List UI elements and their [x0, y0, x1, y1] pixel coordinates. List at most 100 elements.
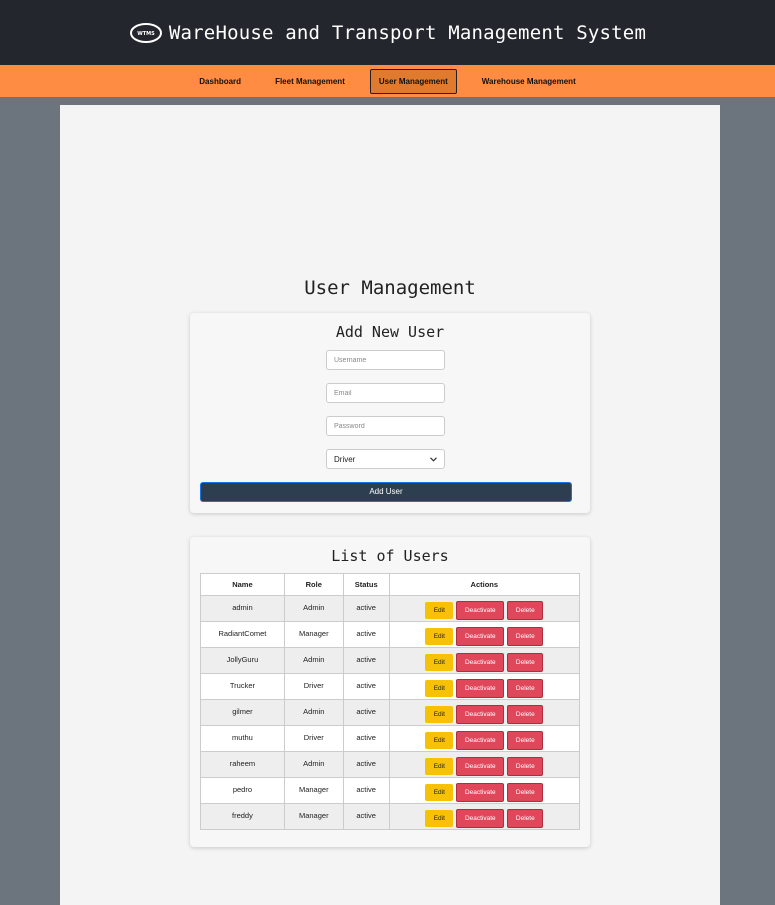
delete-button[interactable]: Delete [507, 757, 544, 776]
users-table-body: admin Admin active Edit Deactivate Delete Radi… [200, 595, 581, 830]
username-input[interactable] [326, 350, 445, 370]
table-row: JollyGuru Admin active Edit Deactivate Delete [200, 647, 581, 674]
edit-button[interactable]: Edit [425, 654, 454, 671]
user-status-cell: active [342, 647, 390, 674]
delete-button[interactable]: Delete [507, 731, 544, 750]
user-name-cell: JollyGuru [200, 647, 285, 674]
user-status-cell: active [342, 803, 390, 830]
delete-button[interactable]: Delete [507, 809, 544, 828]
deactivate-button[interactable]: Deactivate [456, 653, 505, 672]
user-actions-cell: Edit Deactivate Delete [388, 647, 581, 674]
deactivate-button[interactable]: Deactivate [456, 679, 505, 698]
table-row: RadiantComet Manager active Edit Deactivate D… [200, 621, 581, 648]
app-title: WareHouse and Transport Management Syste… [168, 21, 647, 44]
main-nav: Dashboard Fleet Management User Manageme… [0, 65, 775, 97]
svg-text:WTMS: WTMS [137, 31, 155, 37]
table-row: gilmer Admin active Edit Deactivate Delete [200, 699, 581, 726]
user-role-cell: Manager [283, 777, 344, 804]
deactivate-button[interactable]: Deactivate [456, 783, 505, 802]
user-status-cell: active [342, 751, 390, 778]
user-role-cell: Admin [283, 699, 344, 726]
edit-button[interactable]: Edit [425, 732, 454, 749]
page-title: User Management [304, 277, 476, 299]
user-actions-cell: Edit Deactivate Delete [388, 751, 581, 778]
role-select[interactable]: Driver [326, 449, 445, 469]
table-row: pedro Manager active Edit Deactivate Delete [200, 777, 581, 804]
delete-button[interactable]: Delete [507, 705, 544, 724]
edit-button[interactable]: Edit [425, 758, 454, 775]
edit-button[interactable]: Edit [425, 706, 454, 723]
user-status-cell: active [342, 621, 390, 648]
column-header-name: Name [200, 573, 285, 596]
email-input[interactable] [326, 383, 445, 403]
user-status-cell: active [342, 673, 390, 700]
user-name-cell: muthu [200, 725, 285, 752]
user-role-cell: Driver [283, 673, 344, 700]
nav-dashboard[interactable]: Dashboard [190, 69, 250, 94]
delete-button[interactable]: Delete [507, 653, 544, 672]
nav-user-management[interactable]: User Management [369, 68, 457, 94]
edit-button[interactable]: Edit [425, 628, 454, 645]
user-status-cell: active [342, 777, 390, 804]
user-actions-cell: Edit Deactivate Delete [388, 699, 581, 726]
deactivate-button[interactable]: Deactivate [456, 627, 505, 646]
add-user-card: Add New User Driver Add User [190, 313, 590, 513]
delete-button[interactable]: Delete [507, 679, 544, 698]
table-header-row: Name Role Status Actions [200, 573, 581, 596]
role-select-value: Driver [334, 454, 356, 464]
edit-button[interactable]: Edit [425, 784, 454, 801]
column-header-actions: Actions [388, 573, 581, 596]
user-name-cell: freddy [200, 803, 285, 830]
nav-fleet-management[interactable]: Fleet Management [266, 69, 354, 94]
user-role-cell: Manager [283, 803, 344, 830]
add-user-button[interactable]: Add User [200, 482, 572, 502]
user-name-cell: raheem [200, 751, 285, 778]
deactivate-button[interactable]: Deactivate [456, 809, 505, 828]
user-role-cell: Admin [283, 647, 344, 674]
deactivate-button[interactable]: Deactivate [456, 757, 505, 776]
add-user-title: Add New User [335, 323, 445, 341]
user-actions-cell: Edit Deactivate Delete [388, 725, 581, 752]
user-name-cell: Trucker [200, 673, 285, 700]
user-actions-cell: Edit Deactivate Delete [388, 777, 581, 804]
edit-button[interactable]: Edit [425, 680, 454, 697]
user-status-cell: active [342, 595, 390, 622]
delete-button[interactable]: Delete [507, 627, 544, 646]
delete-button[interactable]: Delete [507, 783, 544, 802]
user-role-cell: Manager [283, 621, 344, 648]
table-row: raheem Admin active Edit Deactivate Delete [200, 751, 581, 778]
deactivate-button[interactable]: Deactivate [456, 705, 505, 724]
user-name-cell: gilmer [200, 699, 285, 726]
user-status-cell: active [342, 699, 390, 726]
password-input[interactable] [326, 416, 445, 436]
app-header: WTMS WareHouse and Transport Management … [0, 0, 775, 65]
nav-warehouse-management[interactable]: Warehouse Management [473, 69, 585, 94]
deactivate-button[interactable]: Deactivate [456, 601, 505, 620]
edit-button[interactable]: Edit [425, 602, 454, 619]
table-row: muthu Driver active Edit Deactivate Delete [200, 725, 581, 752]
user-role-cell: Driver [283, 725, 344, 752]
user-actions-cell: Edit Deactivate Delete [388, 803, 581, 830]
deactivate-button[interactable]: Deactivate [456, 731, 505, 750]
column-header-status: Status [342, 573, 390, 596]
user-actions-cell: Edit Deactivate Delete [388, 595, 581, 622]
delete-button[interactable]: Delete [507, 601, 544, 620]
table-row: freddy Manager active Edit Deactivate Delete [200, 803, 581, 830]
main-content: User Management Add New User Driver Add … [60, 105, 720, 905]
user-name-cell: admin [200, 595, 285, 622]
user-role-cell: Admin [283, 595, 344, 622]
user-name-cell: RadiantComet [200, 621, 285, 648]
user-list-card: List of Users Name Role Status Actions a… [190, 537, 590, 847]
chevron-down-icon [430, 456, 437, 462]
user-name-cell: pedro [200, 777, 285, 804]
user-actions-cell: Edit Deactivate Delete [388, 673, 581, 700]
column-header-role: Role [283, 573, 344, 596]
user-role-cell: Admin [283, 751, 344, 778]
table-row: admin Admin active Edit Deactivate Delete [200, 595, 581, 622]
user-status-cell: active [342, 725, 390, 752]
user-actions-cell: Edit Deactivate Delete [388, 621, 581, 648]
wtms-logo-icon: WTMS [129, 22, 162, 43]
edit-button[interactable]: Edit [425, 810, 454, 827]
users-table: Name Role Status Actions admin Admin activ… [200, 573, 581, 830]
user-list-title: List of Users [331, 547, 449, 565]
